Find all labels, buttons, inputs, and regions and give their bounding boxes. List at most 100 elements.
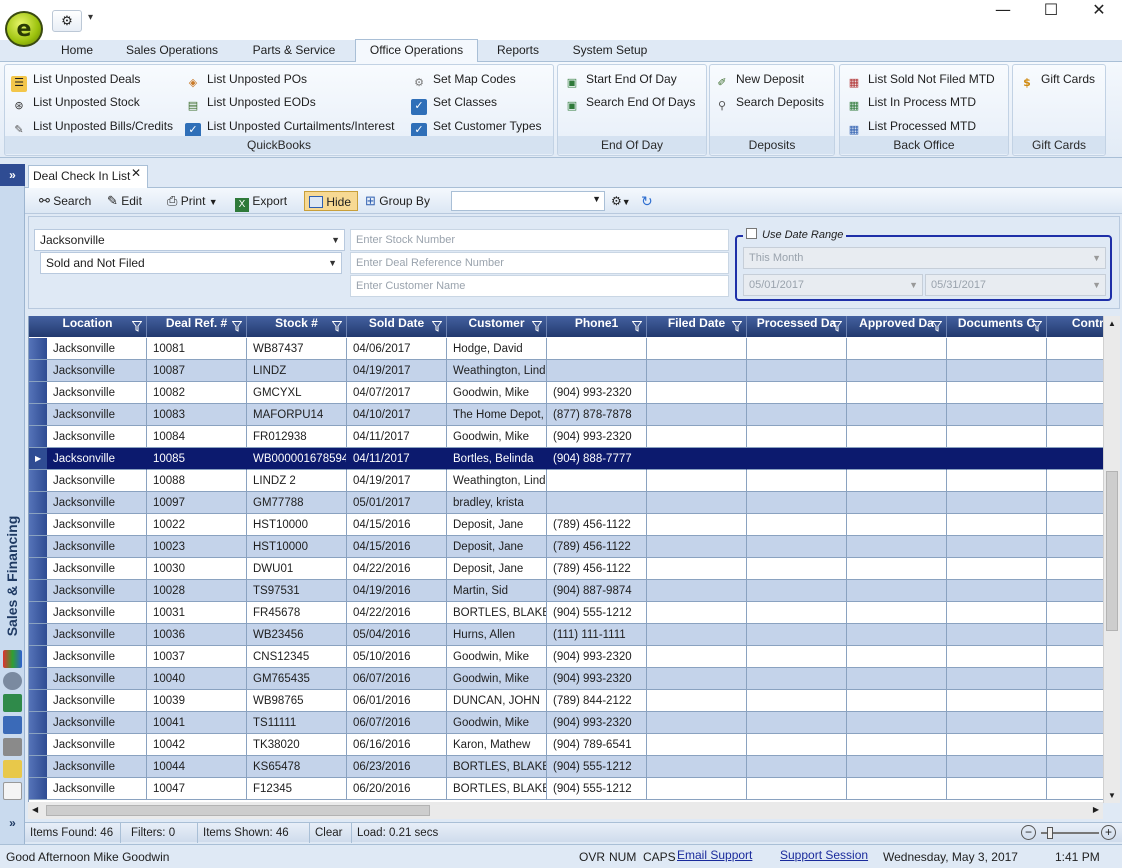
group-by-button[interactable]: ⊞ Group By xyxy=(365,191,430,211)
scroll-right-icon[interactable]: ▶ xyxy=(1093,805,1099,814)
column-header-4[interactable]: Customer xyxy=(447,316,547,337)
support-session-link[interactable]: Support Session xyxy=(780,846,868,864)
filter-funnel-icon[interactable] xyxy=(132,321,142,332)
stock-number-input[interactable]: Enter Stock Number xyxy=(350,229,729,251)
scroll-left-icon[interactable]: ◀ xyxy=(32,805,38,814)
column-header-2[interactable]: Stock # xyxy=(247,316,347,337)
expand-side-panel-button[interactable]: » xyxy=(0,164,25,186)
set-customer-types-button[interactable]: ✓ Set Customer Types xyxy=(411,116,542,139)
row-header[interactable] xyxy=(29,536,47,558)
column-header-0[interactable]: Location xyxy=(29,316,147,337)
row-header[interactable] xyxy=(29,382,47,404)
column-header-8[interactable]: Approved Da xyxy=(847,316,947,337)
zoom-thumb[interactable] xyxy=(1047,827,1053,839)
filter-funnel-icon[interactable] xyxy=(832,321,842,332)
row-header[interactable] xyxy=(29,734,47,756)
scroll-down-icon[interactable]: ▼ xyxy=(1108,791,1116,800)
group-by-select[interactable]: ▼ xyxy=(451,191,605,211)
list-unposted-eods-button[interactable]: ▤ List Unposted EODs xyxy=(185,92,316,112)
tab-parts-service[interactable]: Parts & Service xyxy=(240,40,348,62)
table-row[interactable]: Jacksonville 10036 WB23456 05/04/2016 Hurns,… xyxy=(29,624,1103,646)
export-button[interactable]: X Export xyxy=(235,191,287,212)
customer-name-input[interactable]: Enter Customer Name xyxy=(350,275,729,297)
close-window-button[interactable]: ✕ xyxy=(1076,0,1122,30)
tools-icon[interactable] xyxy=(3,738,22,756)
filter-funnel-icon[interactable] xyxy=(232,321,242,332)
row-header[interactable] xyxy=(29,514,47,536)
list-processed-mtd-button[interactable]: ▦ List Processed MTD xyxy=(846,116,976,136)
row-header[interactable]: ▶ xyxy=(29,448,47,470)
tab-reports[interactable]: Reports xyxy=(486,40,550,62)
list-unposted-bills-button[interactable]: ✎ List Unposted Bills/Credits xyxy=(11,116,173,136)
table-row[interactable]: Jacksonville 10044 KS65478 06/23/2016 BORTLE… xyxy=(29,756,1103,778)
column-header-6[interactable]: Filed Date xyxy=(647,316,747,337)
row-header[interactable] xyxy=(29,558,47,580)
row-header[interactable] xyxy=(29,404,47,426)
period-select[interactable]: This Month ▼ xyxy=(743,247,1106,269)
location-select[interactable]: Jacksonville ▼ xyxy=(34,229,345,251)
print-button[interactable]: ⎙ Print ▼ xyxy=(167,191,218,211)
horizontal-scrollbar[interactable]: ◀ ▶ xyxy=(28,802,1103,819)
calendar-icon[interactable] xyxy=(3,716,22,734)
row-header[interactable] xyxy=(29,338,47,360)
table-row[interactable]: Jacksonville 10039 WB98765 06/01/2016 DUNCAN… xyxy=(29,690,1103,712)
maximize-button[interactable]: ☐ xyxy=(1028,0,1074,30)
steering-wheel-icon[interactable] xyxy=(3,672,22,690)
gift-cards-button[interactable]: $ Gift Cards xyxy=(1019,69,1095,89)
row-header[interactable] xyxy=(29,624,47,646)
email-support-link[interactable]: Email Support xyxy=(677,846,752,864)
table-row[interactable]: ▶ Jacksonville 10085 WB000001678594 04/11/20… xyxy=(29,448,1103,470)
zoom-out-icon[interactable]: − xyxy=(1021,825,1036,840)
search-button[interactable]: ⚯ Search xyxy=(39,191,91,211)
table-row[interactable]: Jacksonville 10088 LINDZ 2 04/19/2017 Weathi… xyxy=(29,470,1103,492)
row-header[interactable] xyxy=(29,690,47,712)
date-to-picker[interactable]: 05/31/2017 ▼ xyxy=(925,274,1106,296)
quick-access-settings-icon[interactable]: ⚙ xyxy=(52,10,82,32)
filter-funnel-icon[interactable] xyxy=(432,321,442,332)
list-in-process-mtd-button[interactable]: ▦ List In Process MTD xyxy=(846,92,976,112)
table-row[interactable]: Jacksonville 10040 GM765435 06/07/2016 Goodw… xyxy=(29,668,1103,690)
table-row[interactable]: Jacksonville 10031 FR45678 04/22/2016 BORTLE… xyxy=(29,602,1103,624)
edit-button[interactable]: ✎ Edit xyxy=(107,191,142,211)
table-row[interactable]: Jacksonville 10082 GMCYXL 04/07/2017 Goodwin… xyxy=(29,382,1103,404)
table-row[interactable]: Jacksonville 10022 HST10000 04/15/2016 Depos… xyxy=(29,514,1103,536)
quick-access-dropdown[interactable]: ▾ xyxy=(88,12,93,23)
filter-funnel-icon[interactable] xyxy=(332,321,342,332)
row-header[interactable] xyxy=(29,778,47,800)
minimize-button[interactable]: — xyxy=(980,0,1026,30)
row-header[interactable] xyxy=(29,646,47,668)
table-row[interactable]: Jacksonville 10097 GM77788 05/01/2017 bradle… xyxy=(29,492,1103,514)
tab-office-operations[interactable]: Office Operations xyxy=(355,39,478,63)
filter-funnel-icon[interactable] xyxy=(732,321,742,332)
search-deposits-button[interactable]: ⚲ Search Deposits xyxy=(714,92,824,112)
filter-funnel-icon[interactable] xyxy=(1032,321,1042,332)
column-header-10[interactable]: Contract xyxy=(1047,316,1103,337)
list-unposted-curtailments-button[interactable]: ✓ List Unposted Curtailments/Interest xyxy=(185,116,394,139)
table-row[interactable]: Jacksonville 10042 TK38020 06/16/2016 Karon,… xyxy=(29,734,1103,756)
scroll-up-icon[interactable]: ▲ xyxy=(1108,319,1116,328)
table-row[interactable]: Jacksonville 10083 MAFORPU14 04/10/2017 The … xyxy=(29,404,1103,426)
table-row[interactable]: Jacksonville 10037 CNS12345 05/10/2016 Goodw… xyxy=(29,646,1103,668)
zoom-in-icon[interactable]: + xyxy=(1101,825,1116,840)
table-row[interactable]: Jacksonville 10081 WB87437 04/06/2017 Hodge,… xyxy=(29,338,1103,360)
use-date-range-checkbox[interactable]: Use Date Range xyxy=(743,228,847,241)
row-header[interactable] xyxy=(29,360,47,382)
close-tab-icon[interactable]: ✕ xyxy=(131,166,141,180)
app-menu-button[interactable]: e xyxy=(5,11,43,47)
zoom-slider[interactable]: − + xyxy=(1021,825,1117,841)
column-header-7[interactable]: Processed Da xyxy=(747,316,847,337)
table-row[interactable]: Jacksonville 10030 DWU01 04/22/2016 Deposit,… xyxy=(29,558,1103,580)
table-row[interactable]: Jacksonville 10041 TS11111 06/07/2016 Goodwi… xyxy=(29,712,1103,734)
deal-reference-input[interactable]: Enter Deal Reference Number xyxy=(350,252,729,274)
list-sold-not-filed-mtd-button[interactable]: ▦ List Sold Not Filed MTD xyxy=(846,69,995,89)
table-row[interactable]: Jacksonville 10023 HST10000 04/15/2016 Depos… xyxy=(29,536,1103,558)
table-row[interactable]: Jacksonville 10084 FR012938 04/11/2017 Goodw… xyxy=(29,426,1103,448)
notes-icon[interactable] xyxy=(3,760,22,778)
row-header[interactable] xyxy=(29,712,47,734)
row-header[interactable] xyxy=(29,492,47,514)
tab-home[interactable]: Home xyxy=(48,40,106,62)
table-row[interactable]: Jacksonville 10028 TS97531 04/19/2016 Martin… xyxy=(29,580,1103,602)
start-end-of-day-button[interactable]: ▣ Start End Of Day xyxy=(564,69,677,89)
row-header[interactable] xyxy=(29,756,47,778)
configure-nav-button[interactable]: » xyxy=(0,816,25,830)
